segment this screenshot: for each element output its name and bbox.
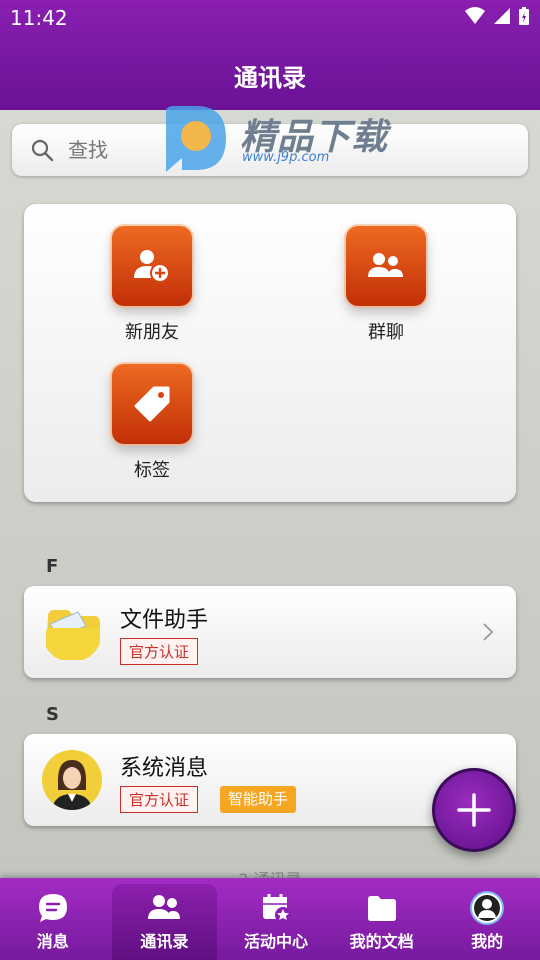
signal-icon [494,8,510,24]
feature-card: 新朋友 群聊 标签 [24,204,516,502]
contact-tags: 官方认证 [120,638,199,665]
nav-activity-center[interactable]: 活动中心 [223,878,329,960]
battery-icon [519,7,529,25]
wifi-icon [465,7,485,24]
new-friends-tile[interactable] [112,226,192,306]
app-header: 11:42 通讯录 [0,0,540,110]
plus-icon [457,793,491,827]
feature-label: 新朋友 [125,322,179,343]
nav-label: 通讯录 [140,932,189,951]
nav-messages[interactable]: 消息 [0,878,106,960]
section-letter-s: S [46,704,59,725]
nav-my-documents[interactable]: 我的文档 [329,878,435,960]
folder-icon [367,896,396,921]
tags-tile[interactable] [112,364,192,444]
contacts-icon [148,895,181,919]
group-chat-tile[interactable] [346,226,426,306]
status-time: 11:42 [10,6,68,30]
activity-icon [262,894,291,923]
nav-contacts[interactable]: 通讯录 [111,884,218,960]
nav-label: 我的 [471,932,504,951]
feature-new-friends[interactable]: 新朋友 [92,226,212,344]
group-icon [368,253,403,277]
add-fab-button[interactable] [432,768,516,852]
feature-tags[interactable]: 标签 [92,364,212,482]
chevron-right-icon [483,623,494,641]
contact-file-assistant[interactable]: 文件助手 官方认证 [24,586,516,678]
nav-profile[interactable]: 我的 [434,878,540,960]
bottom-nav: 消息 通讯录 活动中心 我的文档 我的 [0,878,540,960]
contact-tags: 官方认证 智能助手 [120,786,297,813]
contact-name: 文件助手 [120,608,209,633]
file-assistant-avatar [42,602,102,662]
nav-label: 活动中心 [243,932,308,951]
nav-label: 我的文档 [349,932,414,951]
search-icon [31,139,54,162]
message-icon [38,894,67,922]
add-user-icon [134,250,170,283]
feature-label: 标签 [134,460,170,481]
watermark-url: www.j9p.com [242,150,330,165]
watermark: 精品下载 www.j9p.com [160,100,390,180]
profile-icon [470,891,505,925]
contact-name: 系统消息 [120,756,209,781]
feature-label: 群聊 [368,322,404,343]
smart-assistant-tag: 智能助手 [220,786,297,813]
feature-group-chat[interactable]: 群聊 [326,226,446,344]
watermark-logo-icon [166,106,226,172]
folder-icon [46,610,100,660]
official-tag: 官方认证 [120,786,199,813]
system-messages-avatar [42,750,102,810]
official-tag: 官方认证 [120,638,199,665]
status-icons [464,6,530,26]
person-avatar-icon [42,750,102,810]
tag-icon [134,386,170,422]
nav-label: 消息 [36,932,69,951]
page-title: 通讯录 [234,64,306,92]
section-letter-f: F [46,556,59,577]
